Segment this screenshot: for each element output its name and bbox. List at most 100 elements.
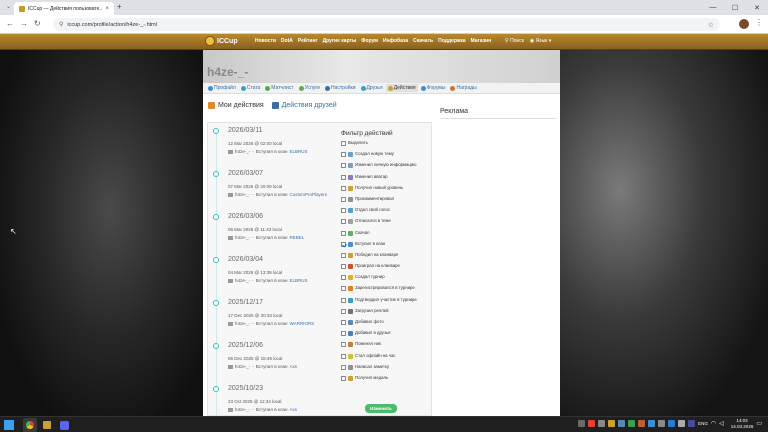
filter-item[interactable]: Изменил аватар [341, 174, 433, 185]
profile-avatar[interactable] [739, 19, 749, 29]
tray-app-icon[interactable] [618, 420, 626, 427]
filter-item[interactable]: Получил новый уровень [341, 185, 433, 196]
select-all-row[interactable]: Выделить [341, 140, 433, 151]
filter-checkbox[interactable] [341, 230, 346, 236]
tab-friends-actions[interactable]: Действия друзей [271, 102, 337, 109]
subnav-item-6[interactable]: Действия [385, 84, 418, 92]
tab-list-icon[interactable]: ⌄ [6, 3, 11, 10]
filter-checkbox[interactable] [341, 375, 346, 381]
filter-item[interactable]: Отписался в теме [341, 218, 433, 229]
subnav-item-1[interactable]: Стата [239, 84, 263, 92]
filter-item[interactable]: Изменил личную информацию [341, 162, 433, 173]
input-language[interactable]: ENG [698, 421, 708, 426]
filter-item[interactable]: Прокомментировал [341, 196, 433, 207]
entry-user[interactable]: h4ze-_- [235, 407, 250, 412]
tray-app-icon[interactable] [588, 420, 596, 427]
tray-app-icon[interactable] [598, 420, 606, 427]
wifi-icon[interactable]: ◠ [711, 420, 716, 427]
notification-icon[interactable]: ▭ [756, 420, 762, 427]
filter-item[interactable]: Победил на кланваре [341, 252, 433, 263]
filter-item[interactable]: Добавил фото [341, 319, 433, 330]
menu-item[interactable]: Инфобаза [383, 38, 408, 44]
language-selector[interactable]: ◉ Язык ▾ [530, 38, 551, 44]
entry-clan-link[interactable]: REBEL [289, 235, 304, 240]
entry-clan-link[interactable]: Axs [289, 364, 297, 369]
tab-my-actions[interactable]: Мои действия [208, 102, 264, 109]
close-window-button[interactable]: ✕ [746, 0, 768, 15]
filter-item[interactable]: Подтвердил участие в турнире [341, 297, 433, 308]
filter-checkbox[interactable] [341, 241, 346, 247]
filter-item[interactable]: Поменял ник [341, 341, 433, 352]
windows-start-icon[interactable] [4, 420, 14, 430]
menu-item[interactable]: Форум [361, 38, 378, 44]
filter-item[interactable]: Написал заметку [341, 364, 433, 375]
site-info-icon[interactable]: ⚲ [59, 21, 63, 28]
filter-checkbox[interactable] [341, 331, 346, 337]
tray-app-icon[interactable] [638, 420, 646, 427]
tray-app-icon[interactable] [648, 420, 656, 427]
filter-checkbox[interactable] [341, 342, 346, 348]
volume-icon[interactable]: ◁ [719, 420, 724, 427]
filter-checkbox[interactable] [341, 320, 346, 325]
entry-user[interactable]: h4ze-_- [235, 364, 250, 369]
filter-item[interactable]: Получил медаль [341, 375, 433, 386]
entry-user[interactable]: h4ze-_- [235, 192, 250, 197]
tray-app-icon[interactable] [628, 420, 636, 427]
filter-item[interactable]: Зарегистрировался в турнире [341, 285, 433, 296]
filter-item[interactable]: Создал турнир [341, 274, 433, 285]
filter-checkbox[interactable] [341, 275, 346, 281]
filter-item[interactable]: Проиграл на кланваре [341, 263, 433, 274]
browser-tab[interactable]: ICCup — Действия пользовате... × [14, 2, 114, 15]
tray-expand-icon[interactable] [578, 420, 586, 427]
entry-clan-link[interactable]: CustomProPlayers [289, 192, 327, 197]
subnav-item-3[interactable]: Услуги [297, 84, 322, 92]
menu-item[interactable]: Новости [255, 38, 276, 44]
filter-item[interactable]: Добавил в друзья [341, 330, 433, 341]
tray-app-icon[interactable] [688, 420, 696, 427]
entry-user[interactable]: h4ze-_- [235, 235, 250, 240]
entry-user[interactable]: h4ze-_- [235, 149, 250, 154]
filter-checkbox[interactable] [341, 163, 346, 169]
entry-clan-link[interactable]: Axs [289, 407, 297, 412]
filter-item[interactable]: Загрузил реплей [341, 308, 433, 319]
back-icon[interactable]: ← [6, 19, 14, 28]
discord-taskbar-icon[interactable] [57, 418, 71, 432]
select-all-checkbox[interactable] [341, 141, 346, 146]
menu-item[interactable]: Другие карты [323, 38, 357, 44]
filter-checkbox[interactable] [341, 185, 346, 191]
close-tab-icon[interactable]: × [105, 6, 109, 12]
app-taskbar-icon[interactable] [40, 418, 54, 432]
tray-app-icon[interactable] [668, 420, 676, 427]
filter-checkbox[interactable] [341, 308, 346, 314]
filter-item[interactable]: Вступил в клан [341, 241, 433, 252]
filter-checkbox[interactable] [341, 152, 346, 158]
clock[interactable]: 14:03 14.03.2026 [731, 418, 754, 429]
filter-checkbox[interactable] [341, 252, 346, 258]
menu-item[interactable]: Магазин [471, 38, 492, 44]
filter-item[interactable]: Стал офлайн на час [341, 353, 433, 364]
tray-app-icon[interactable] [658, 420, 666, 427]
subnav-item-0[interactable]: Профайл [206, 84, 238, 92]
filter-checkbox[interactable] [341, 174, 346, 180]
chrome-taskbar-icon[interactable] [23, 418, 37, 432]
tray-app-icon[interactable] [608, 420, 616, 427]
menu-item[interactable]: Поддержка [438, 38, 466, 44]
maximize-button[interactable]: ☐ [724, 0, 746, 15]
apply-filter-button[interactable]: Изменить [365, 404, 397, 413]
site-logo[interactable]: ICCup [205, 36, 238, 46]
bookmark-star-icon[interactable]: ☆ [708, 21, 714, 29]
filter-checkbox[interactable] [341, 286, 346, 292]
filter-checkbox[interactable] [341, 219, 346, 225]
entry-clan-link[interactable]: ELBRUS [289, 278, 307, 283]
filter-checkbox[interactable] [341, 297, 346, 303]
minimize-button[interactable]: — [702, 0, 724, 15]
menu-item[interactable]: Скачать [413, 38, 433, 44]
filter-checkbox[interactable] [341, 364, 346, 370]
filter-item[interactable]: Отдал свой голос [341, 207, 433, 218]
reload-icon[interactable]: ↻ [34, 19, 41, 28]
filter-checkbox[interactable] [341, 264, 346, 270]
forward-icon[interactable]: → [20, 19, 28, 28]
entry-clan-link[interactable]: WARRIORS [289, 321, 314, 326]
site-search-button[interactable]: ⚲ Поиск [505, 38, 524, 44]
subnav-item-4[interactable]: Настройки [323, 84, 358, 92]
